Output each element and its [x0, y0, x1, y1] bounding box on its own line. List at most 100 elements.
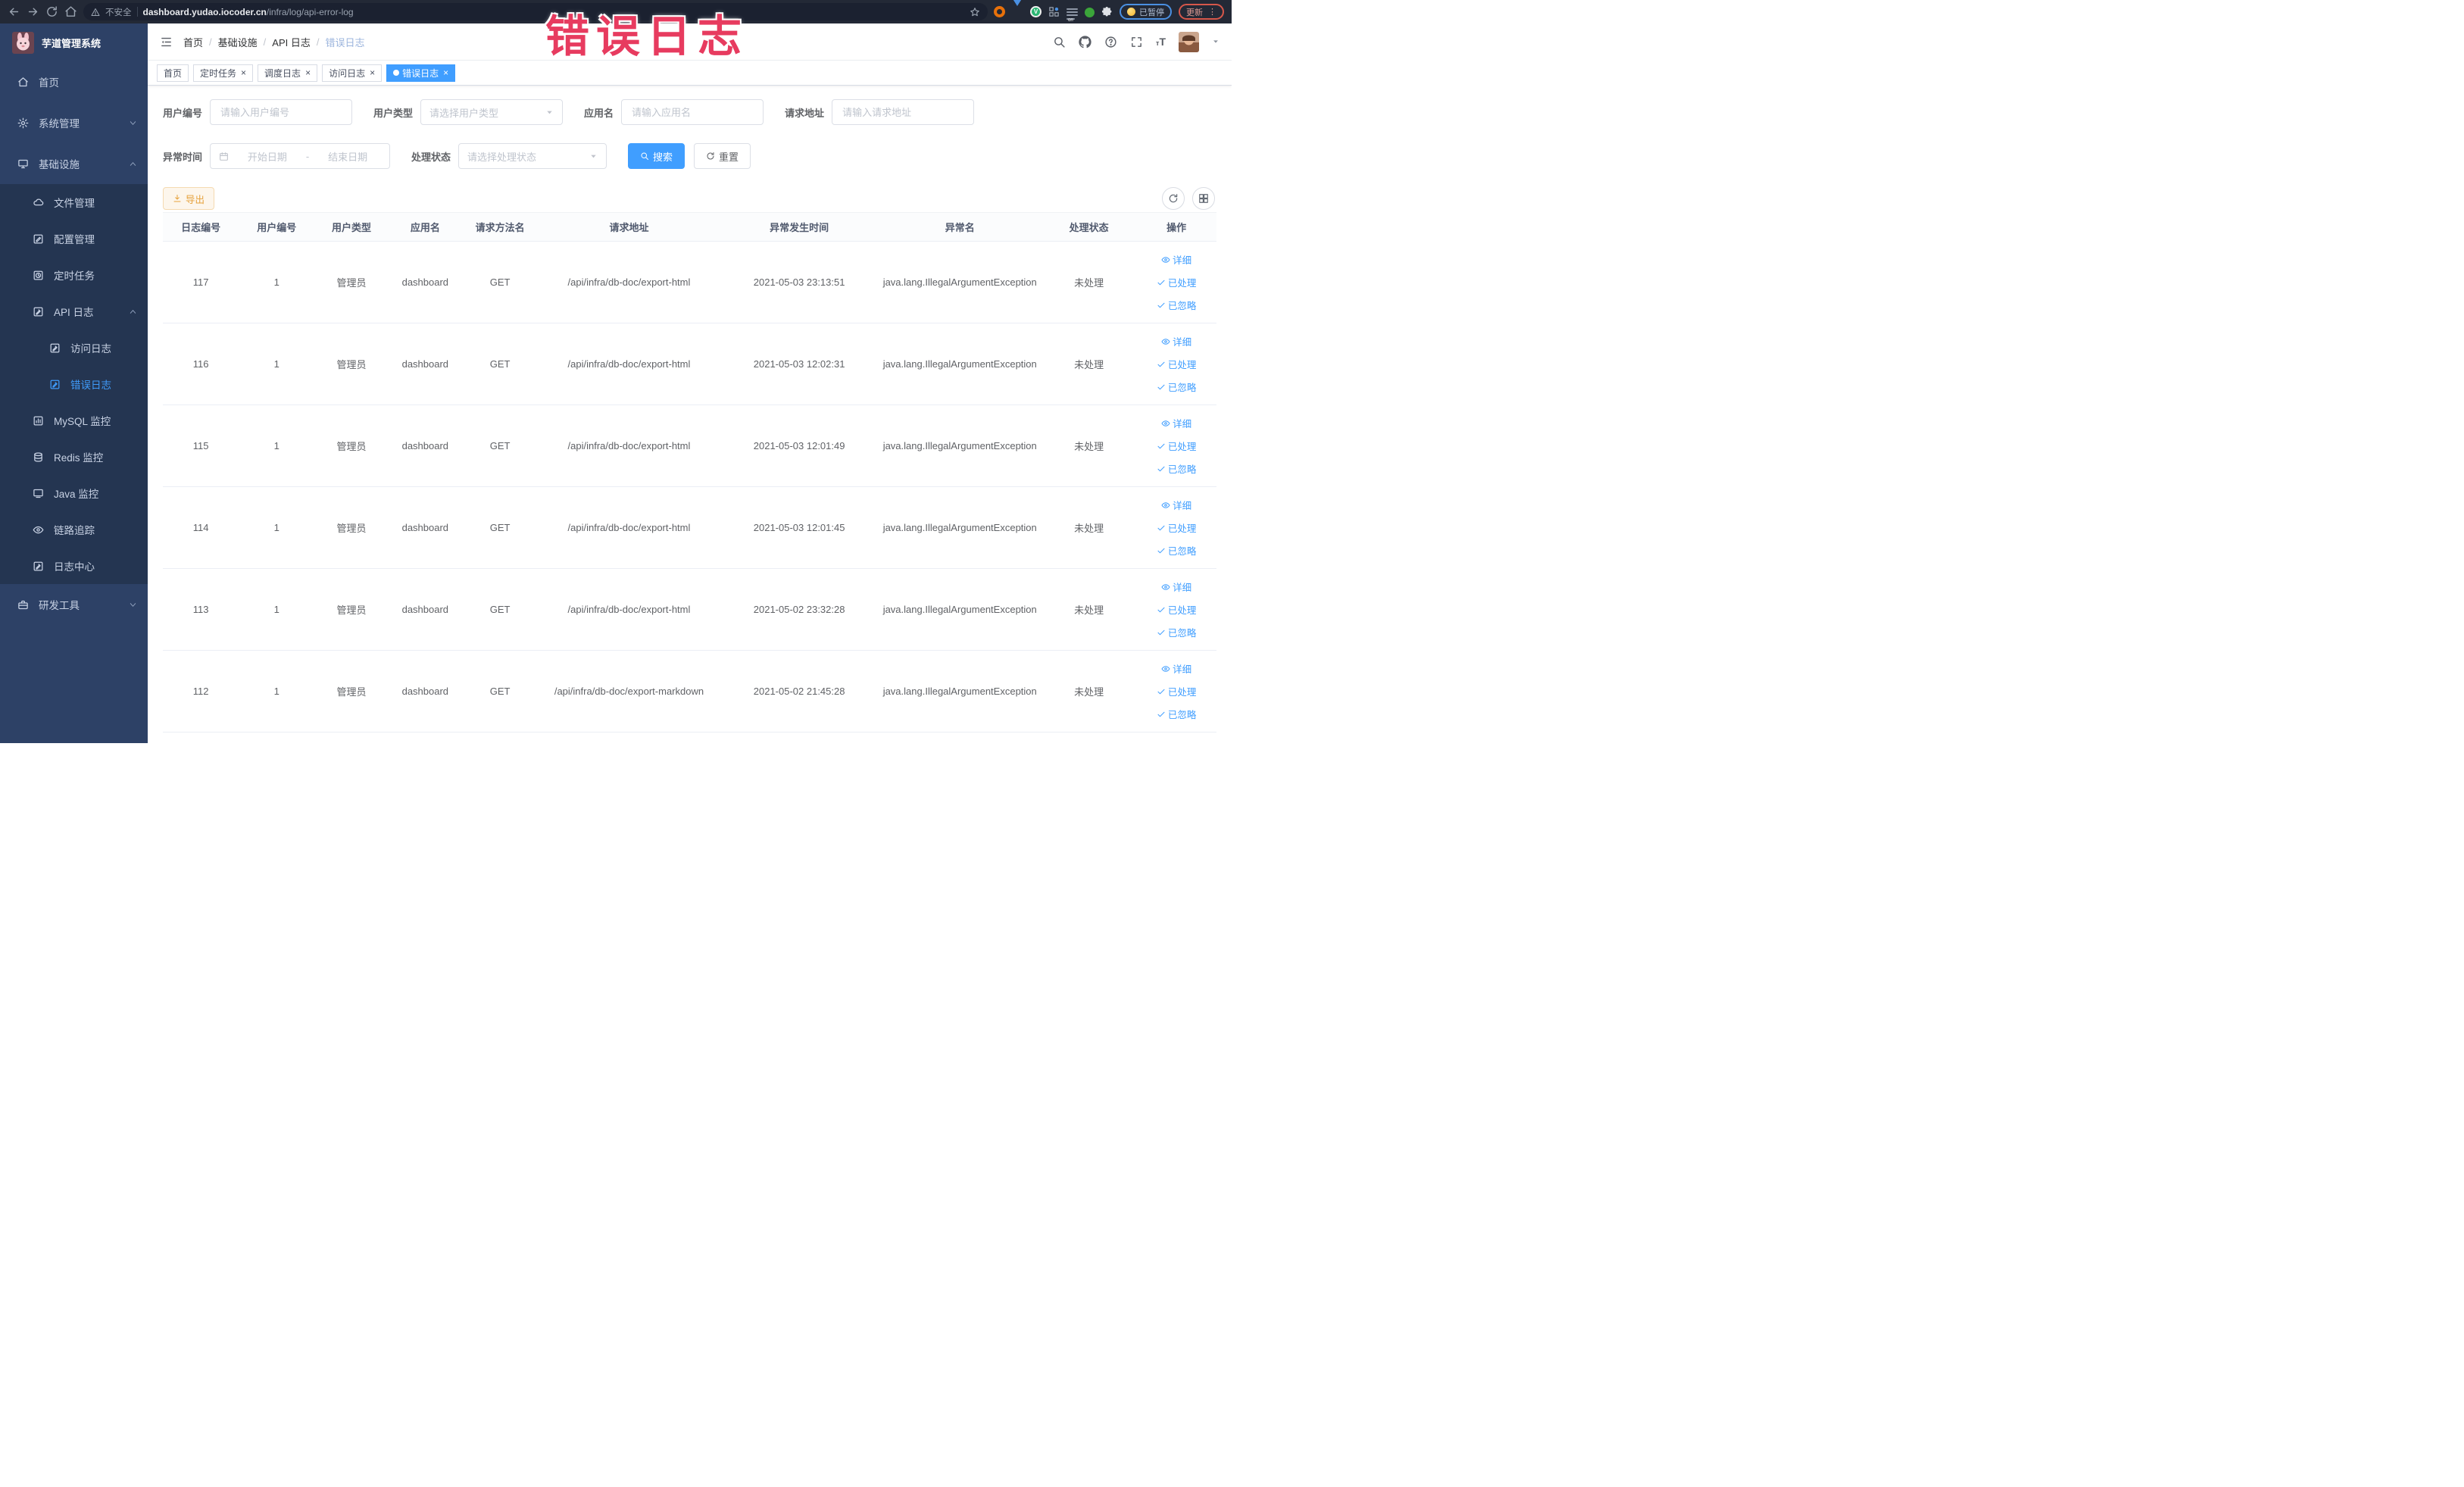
- close-icon[interactable]: ×: [305, 68, 311, 77]
- edit-icon: [33, 233, 44, 245]
- sidebar-item-文件管理[interactable]: 文件管理: [0, 184, 148, 220]
- sidebar-item-研发工具[interactable]: 研发工具: [0, 584, 148, 625]
- active-dot: [393, 70, 400, 76]
- action-已忽略[interactable]: 已忽略: [1157, 380, 1196, 394]
- sidebar-item-首页[interactable]: 首页: [0, 61, 148, 102]
- sidebar-item-Java 监控[interactable]: Java 监控: [0, 475, 148, 511]
- check-icon: [1157, 464, 1166, 473]
- action-已处理[interactable]: 已处理: [1157, 602, 1196, 617]
- eye-icon: [1161, 419, 1170, 428]
- sidebar-item-Redis 监控[interactable]: Redis 监控: [0, 439, 148, 475]
- action-详细[interactable]: 详细: [1161, 498, 1191, 512]
- tab-访问日志[interactable]: 访问日志 ×: [322, 64, 383, 82]
- app-name-input[interactable]: [621, 99, 764, 125]
- help-icon[interactable]: [1104, 36, 1117, 48]
- column-settings-button[interactable]: [1192, 187, 1215, 210]
- date-range-picker[interactable]: 开始日期 - 结束日期: [210, 143, 391, 169]
- request-url-input[interactable]: [832, 99, 975, 125]
- user-type-select[interactable]: 请选择用户类型: [420, 99, 564, 125]
- extension-donut-icon[interactable]: [994, 6, 1005, 17]
- action-已忽略[interactable]: 已忽略: [1157, 625, 1196, 639]
- breadcrumb-item[interactable]: 基础设施: [218, 35, 258, 49]
- font-size-icon[interactable]: тT: [1156, 36, 1166, 47]
- tab-定时任务[interactable]: 定时任务 ×: [193, 64, 254, 82]
- refresh-table-button[interactable]: [1162, 187, 1185, 210]
- tab-错误日志[interactable]: 错误日志 ×: [386, 64, 456, 82]
- export-button[interactable]: 导出: [163, 187, 215, 210]
- browser-menu-icon[interactable]: ⋮: [1208, 8, 1216, 16]
- search-button[interactable]: 搜索: [628, 143, 685, 169]
- extensions-puzzle-icon[interactable]: [1101, 6, 1113, 17]
- action-详细[interactable]: 详细: [1161, 661, 1191, 676]
- action-已处理[interactable]: 已处理: [1157, 439, 1196, 453]
- action-已忽略[interactable]: 已忽略: [1157, 461, 1196, 476]
- action-已忽略[interactable]: 已忽略: [1157, 298, 1196, 312]
- sidebar-item-日志中心[interactable]: 日志中心: [0, 548, 148, 584]
- fullscreen-icon[interactable]: [1130, 36, 1143, 48]
- browser-update-button[interactable]: 更新 ⋮: [1179, 4, 1224, 20]
- action-详细[interactable]: 详细: [1161, 416, 1191, 430]
- action-已处理[interactable]: 已处理: [1157, 520, 1196, 535]
- action-详细[interactable]: 详细: [1161, 252, 1191, 267]
- action-详细[interactable]: 详细: [1161, 579, 1191, 594]
- tab-调度日志[interactable]: 调度日志 ×: [258, 64, 318, 82]
- cell-status: 未处理: [1042, 323, 1137, 405]
- table-toolbar: 导出: [163, 187, 1216, 210]
- action-已处理[interactable]: 已处理: [1157, 357, 1196, 371]
- logo-image: [12, 31, 34, 54]
- cell-exception: java.lang.IllegalArgumentException: [878, 650, 1042, 733]
- action-已处理[interactable]: 已处理: [1157, 684, 1196, 698]
- extension-shield-icon[interactable]: [1012, 0, 1023, 19]
- sidebar-item-MySQL 监控[interactable]: MySQL 监控: [0, 402, 148, 439]
- sidebar-item-访问日志[interactable]: 访问日志: [0, 330, 148, 366]
- back-icon[interactable]: [8, 5, 20, 18]
- search-icon[interactable]: [1053, 36, 1066, 48]
- profile-paused-chip[interactable]: 已暂停: [1120, 4, 1172, 20]
- url-path: /infra/log/api-error-log: [266, 6, 354, 17]
- app-logo[interactable]: 芋道管理系统: [0, 23, 148, 61]
- reset-button[interactable]: 重置: [694, 143, 751, 169]
- breadcrumb-item[interactable]: 首页: [183, 35, 203, 49]
- action-已忽略[interactable]: 已忽略: [1157, 543, 1196, 558]
- close-icon[interactable]: ×: [241, 68, 246, 77]
- avatar[interactable]: [1179, 31, 1199, 52]
- app-name-label: 应用名: [584, 107, 614, 119]
- cell-user_type: 管理员: [314, 323, 389, 405]
- sidebar-item-系统管理[interactable]: 系统管理: [0, 102, 148, 143]
- extension-switch-icon[interactable]: on: [1066, 6, 1078, 23]
- reload-icon[interactable]: [45, 5, 58, 18]
- home-nav-icon[interactable]: [64, 5, 77, 18]
- extension-sprout-icon[interactable]: [1085, 7, 1095, 17]
- extension-v-icon[interactable]: V: [1030, 6, 1042, 17]
- emoji-face-icon: [1127, 8, 1135, 16]
- sidebar-item-API 日志[interactable]: API 日志: [0, 293, 148, 330]
- sidebar-item-链路追踪[interactable]: 链路追踪: [0, 511, 148, 548]
- cell-time: 2021-05-03 12:01:49: [720, 405, 879, 487]
- check-icon: [1157, 301, 1166, 310]
- address-bar[interactable]: 不安全 dashboard.yudao.iocoder.cn/infra/log…: [83, 3, 988, 20]
- breadcrumb-item[interactable]: API 日志: [272, 35, 311, 49]
- check-icon: [1157, 360, 1166, 369]
- close-icon[interactable]: ×: [370, 68, 375, 77]
- action-详细[interactable]: 详细: [1161, 334, 1191, 348]
- sidebar-item-配置管理[interactable]: 配置管理: [0, 220, 148, 257]
- action-已忽略[interactable]: 已忽略: [1157, 707, 1196, 721]
- process-status-select[interactable]: 请选择处理状态: [458, 143, 607, 169]
- sidebar-item-基础设施[interactable]: 基础设施: [0, 143, 148, 184]
- avatar-caret-icon[interactable]: [1212, 38, 1220, 45]
- sidebar-item-定时任务[interactable]: 定时任务: [0, 257, 148, 293]
- sidebar-item-错误日志[interactable]: 错误日志: [0, 366, 148, 402]
- column-header-用户类型: 用户类型: [314, 212, 389, 242]
- extension-grid-icon[interactable]: [1048, 6, 1060, 17]
- bookmark-star-icon[interactable]: [970, 7, 980, 17]
- cell-app: dashboard: [388, 405, 462, 487]
- action-已处理[interactable]: 已处理: [1157, 275, 1196, 289]
- tab-首页[interactable]: 首页: [157, 64, 189, 82]
- user-id-input[interactable]: [210, 99, 353, 125]
- sidebar-toggle-icon[interactable]: [160, 36, 173, 48]
- check-icon: [1157, 278, 1166, 287]
- close-icon[interactable]: ×: [443, 68, 448, 77]
- forward-icon[interactable]: [27, 5, 39, 18]
- github-icon[interactable]: [1079, 35, 1091, 48]
- log-icon: [49, 379, 61, 390]
